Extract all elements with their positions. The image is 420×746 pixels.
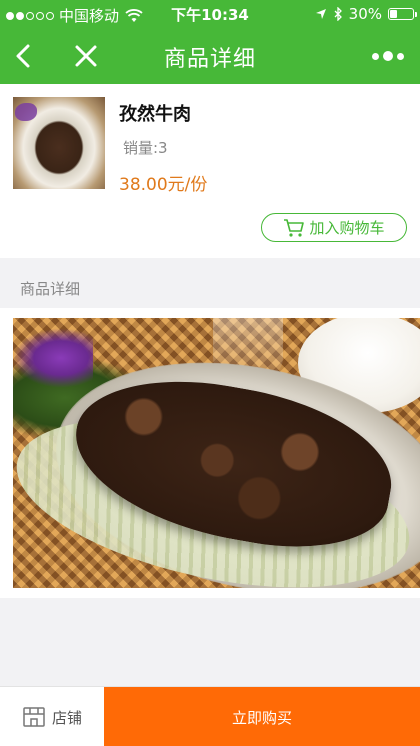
- battery-icon: [388, 8, 417, 20]
- image-orchid: [13, 328, 93, 388]
- page-title: 商品详细: [163, 47, 256, 72]
- add-to-cart-button[interactable]: 加入购物车: [261, 213, 407, 242]
- detail-image[interactable]: [13, 318, 420, 588]
- nav-bar: 商品详细: [0, 28, 420, 84]
- bottom-bar: 店铺 立即购买: [0, 686, 420, 746]
- battery-percent: 30%: [348, 5, 382, 23]
- more-icon[interactable]: [372, 46, 406, 66]
- add-to-cart-label: 加入购物车: [309, 219, 385, 237]
- shop-button[interactable]: 店铺: [0, 687, 104, 746]
- cart-icon: [284, 218, 305, 237]
- shop-label: 店铺: [51, 708, 82, 727]
- product-name: 孜然牛肉: [119, 104, 191, 125]
- status-bar: 中国移动 下午10:34 30%: [0, 0, 420, 28]
- status-right: 30%: [315, 5, 417, 23]
- product-thumbnail[interactable]: [13, 97, 105, 189]
- store-icon: [23, 707, 45, 727]
- thumbnail-garnish: [15, 103, 37, 121]
- buy-now-label: 立即购买: [231, 708, 292, 727]
- product-sales: 销量:3: [123, 139, 168, 157]
- location-icon: [315, 9, 326, 19]
- product-price: 38.00元/份: [119, 175, 208, 195]
- battery-fill: [390, 10, 397, 18]
- bluetooth-icon: [334, 7, 342, 21]
- section-title: 商品详细: [20, 280, 81, 298]
- buy-now-button[interactable]: 立即购买: [104, 687, 420, 746]
- detail-section: [0, 308, 420, 598]
- product-card: 孜然牛肉 销量:3 38.00元/份 加入购物车: [0, 84, 420, 258]
